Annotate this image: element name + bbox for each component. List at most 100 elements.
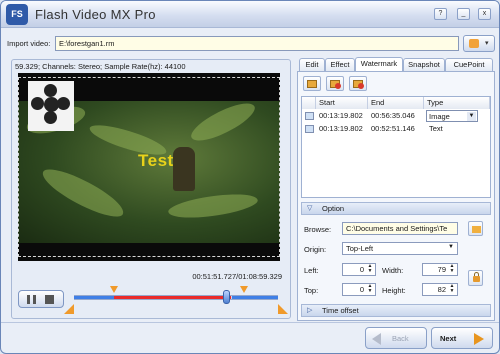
- spinner-arrows-icon[interactable]: ▲ ▼: [366, 264, 374, 275]
- next-button[interactable]: Next: [431, 327, 493, 349]
- timecode: 00:51:51.727/01:08:59.329: [192, 272, 282, 281]
- back-arrow-icon: [372, 333, 381, 345]
- row-start: 00:13:19.802: [319, 124, 363, 133]
- chevron-down-icon: ▼: [467, 112, 476, 121]
- type-value: Image: [429, 112, 450, 121]
- text-icon: [305, 125, 314, 133]
- image-icon: [305, 112, 314, 120]
- remove-icon: [358, 83, 364, 89]
- time-offset-section-header[interactable]: ▷ Time offset: [301, 304, 491, 317]
- top-label: Top:: [304, 286, 319, 295]
- height-spinner[interactable]: 82 ▲ ▼: [422, 283, 458, 296]
- origin-select[interactable]: Top-Left ▼: [342, 242, 458, 255]
- browse-path-input[interactable]: C:\Documents and Settings\Te: [342, 222, 458, 235]
- footer-divider: [1, 322, 499, 323]
- media-info: 59.329; Channels: Stereo; Sample Rate(hz…: [15, 62, 186, 71]
- range-start-marker[interactable]: [110, 286, 118, 293]
- folder-icon: [472, 226, 481, 233]
- watermark-text[interactable]: Test: [138, 151, 174, 171]
- watermark-image-shape: [44, 97, 59, 112]
- app-window: FS Flash Video MX Pro ? _ x Import video…: [0, 0, 500, 354]
- tab-edit[interactable]: Edit: [299, 58, 325, 71]
- title-bar: FS Flash Video MX Pro ? _ x: [1, 1, 499, 28]
- spinner-arrows-icon[interactable]: ▲ ▼: [448, 264, 456, 275]
- type-select[interactable]: Image ▼: [426, 110, 478, 122]
- lock-aspect-button[interactable]: [468, 270, 483, 286]
- watermark-image-shape: [44, 111, 57, 124]
- tab-effect[interactable]: Effect: [325, 58, 355, 71]
- left-value: 0: [359, 265, 364, 274]
- range-end-marker[interactable]: [240, 286, 248, 293]
- top-value: 0: [359, 285, 364, 294]
- app-logo-icon: FS: [6, 4, 28, 25]
- import-row: Import video: E:\forestgan1.rm ▾: [1, 35, 499, 53]
- video-preview[interactable]: Test: [18, 73, 280, 261]
- import-label: Import video:: [7, 39, 51, 48]
- row-start: 00:13:19.802: [319, 111, 363, 120]
- watermark-image-shape: [31, 97, 44, 110]
- chevron-down-icon: ▾: [485, 40, 489, 47]
- time-offset-label: Time offset: [322, 306, 359, 315]
- browse-button[interactable]: [468, 221, 483, 236]
- watermark-image-shape: [44, 84, 57, 97]
- column-header-end[interactable]: End: [368, 97, 424, 109]
- add-text-watermark-button[interactable]: [326, 76, 344, 91]
- track-after-range: [232, 296, 278, 299]
- column-header-type[interactable]: Type: [424, 97, 490, 109]
- lock-icon: [473, 276, 480, 282]
- left-spinner[interactable]: 0 ▲ ▼: [342, 263, 376, 276]
- tab-snapshot[interactable]: Snapshot: [403, 58, 445, 71]
- origin-value: Top-Left: [346, 244, 374, 253]
- back-label: Back: [392, 334, 409, 343]
- tab-strip: Edit Effect Watermark Snapshot CuePoint: [297, 57, 495, 72]
- watermark-tab-content: Start End Type 00:13:19.802 00:56:35.046…: [297, 71, 495, 321]
- track-before-range: [74, 296, 114, 299]
- folder-icon: [469, 39, 479, 48]
- table-row[interactable]: 00:13:19.802 00:52:51.146 Text: [302, 123, 490, 135]
- origin-label: Origin:: [304, 245, 327, 254]
- chevron-right-icon: ▷: [307, 307, 313, 314]
- watermark-image[interactable]: [28, 81, 74, 131]
- width-value: 79: [437, 265, 446, 274]
- row-end: 00:56:35.046: [371, 111, 415, 120]
- remove-icon: [335, 83, 341, 89]
- table-header-icon: [302, 97, 316, 109]
- tab-cuepoint[interactable]: CuePoint: [445, 58, 493, 71]
- spinner-arrows-icon[interactable]: ▲ ▼: [448, 284, 456, 295]
- add-image-watermark-button[interactable]: [303, 76, 321, 91]
- close-button[interactable]: x: [478, 8, 491, 20]
- trim-start-handle[interactable]: [64, 304, 74, 314]
- table-row[interactable]: 00:13:19.802 00:56:35.046 Image ▼: [302, 110, 490, 122]
- next-label: Next: [440, 334, 457, 343]
- row-end: 00:52:51.146: [371, 124, 415, 133]
- playback-controls: [18, 290, 64, 308]
- watermark-table: Start End Type 00:13:19.802 00:56:35.046…: [301, 96, 491, 198]
- import-button[interactable]: ▾: [463, 35, 495, 52]
- width-label: Width:: [382, 266, 404, 275]
- settings-panel: Edit Effect Watermark Snapshot CuePoint …: [297, 57, 495, 321]
- height-value: 82: [437, 285, 446, 294]
- tab-watermark[interactable]: Watermark: [355, 57, 403, 72]
- column-header-start[interactable]: Start: [316, 97, 368, 109]
- chevron-down-icon: ▼: [448, 244, 454, 250]
- pause-icon[interactable]: [27, 295, 36, 304]
- row-type: Text: [429, 124, 443, 133]
- delete-watermark-button[interactable]: [349, 76, 367, 91]
- minimize-button[interactable]: _: [457, 8, 470, 20]
- stop-icon[interactable]: [45, 295, 54, 304]
- left-label: Left:: [304, 266, 319, 275]
- option-section-header[interactable]: ▽ Option: [301, 202, 491, 215]
- seek-thumb[interactable]: [223, 290, 230, 304]
- trim-end-handle[interactable]: [278, 304, 288, 314]
- help-icon[interactable]: ?: [434, 8, 447, 20]
- preview-panel: 59.329; Channels: Stereo; Sample Rate(hz…: [11, 59, 291, 319]
- next-arrow-icon: [474, 333, 484, 345]
- back-button[interactable]: Back: [365, 327, 427, 349]
- browse-label: Browse:: [304, 225, 332, 234]
- app-title: Flash Video MX Pro: [35, 7, 156, 22]
- spinner-arrows-icon[interactable]: ▲ ▼: [366, 284, 374, 295]
- width-spinner[interactable]: 79 ▲ ▼: [422, 263, 458, 276]
- option-header-label: Option: [322, 204, 345, 213]
- top-spinner[interactable]: 0 ▲ ▼: [342, 283, 376, 296]
- import-video-input[interactable]: E:\forestgan1.rm: [55, 36, 459, 51]
